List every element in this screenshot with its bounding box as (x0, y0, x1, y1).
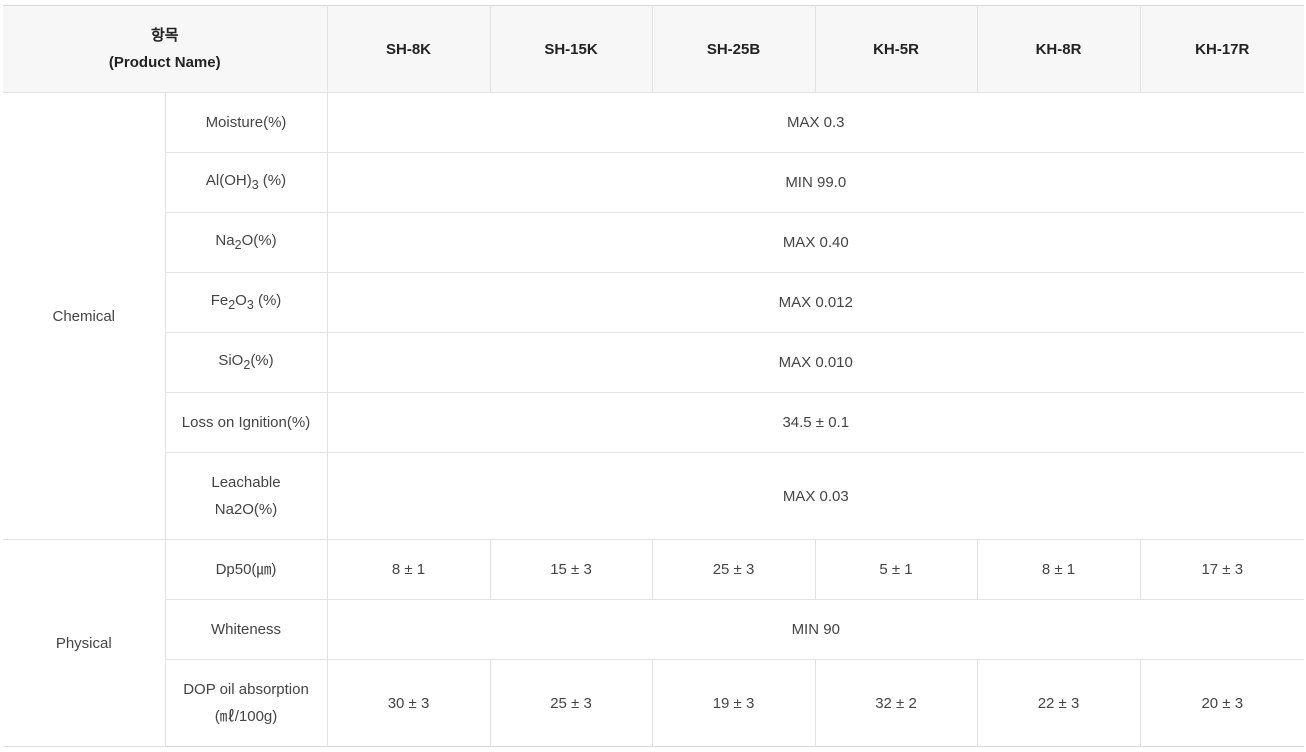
value-dop: 22 ± 3 (976, 659, 1141, 747)
value-leachable-na2o: MAX 0.03 (326, 452, 1304, 540)
value-dop: 20 ± 3 (1139, 659, 1304, 747)
item-leachable-na2o: Leachable Na2O(%) (165, 452, 328, 540)
item-label-ko: 항목 (150, 27, 179, 44)
table-row: Leachable Na2O(%) MAX 0.03 (3, 452, 1304, 540)
item-loss-on-ignition: Loss on Ignition(%) (165, 392, 328, 453)
value-dop: 25 ± 3 (489, 659, 653, 747)
value-aloh3: MIN 99.0 (326, 152, 1304, 213)
value-dp50: 5 ± 1 (814, 539, 978, 600)
item-sio2: SiO2(%) (165, 332, 328, 393)
value-dp50: 8 ± 1 (976, 539, 1141, 600)
value-dp50: 8 ± 1 (326, 539, 491, 600)
header-product: SH-25B (651, 5, 816, 93)
item-na2o: Na2O(%) (165, 212, 328, 273)
table-row: Na2O(%) MAX 0.40 (3, 212, 1304, 273)
value-dp50: 17 ± 3 (1139, 539, 1304, 600)
item-aloh3: Al(OH)3 (%) (165, 152, 328, 213)
item-dp50: Dp50(㎛) (164, 539, 328, 600)
category-chemical: Chemical (3, 92, 166, 540)
value-sio2: MAX 0.010 (326, 332, 1304, 393)
value-loss-on-ignition: 34.5 ± 0.1 (326, 392, 1304, 453)
table-row: Fe2O3 (%) MAX 0.012 (3, 272, 1304, 333)
value-moisture: MAX 0.3 (326, 92, 1304, 153)
header-product: KH-17R (1139, 5, 1304, 93)
table-row: DOP oil absorption (㎖/100g) 30 ± 3 25 ± … (3, 659, 1304, 747)
value-fe2o3: MAX 0.012 (326, 272, 1304, 333)
item-label-en: (Product Name) (108, 54, 221, 71)
item-whiteness: Whiteness (165, 599, 328, 660)
value-dop: 32 ± 2 (814, 659, 978, 747)
value-na2o: MAX 0.40 (326, 212, 1304, 273)
header-product: SH-8K (326, 5, 491, 93)
table-row: Physical Dp50(㎛) 8 ± 1 15 ± 3 25 ± 3 5 ±… (3, 539, 1304, 747)
header-item-label: 항목 (Product Name) (3, 5, 328, 93)
header-product: SH-15K (489, 5, 653, 93)
header-product: KH-5R (814, 5, 978, 93)
table-row: Whiteness MIN 90 (3, 599, 1304, 660)
value-dop: 19 ± 3 (651, 659, 816, 747)
category-physical: Physical (3, 539, 166, 747)
value-dop: 30 ± 3 (326, 659, 491, 747)
item-fe2o3: Fe2O3 (%) (165, 272, 328, 333)
value-dp50: 25 ± 3 (651, 539, 816, 600)
product-spec-table: 항목 (Product Name) SH-8K SH-15K SH-25B KH… (3, 5, 1304, 747)
value-dp50: 15 ± 3 (489, 539, 653, 600)
item-dop-oil-absorption: DOP oil absorption (㎖/100g) (165, 659, 328, 747)
header-product: KH-8R (976, 5, 1141, 93)
table-row: Chemical Moisture(%) MAX 0.3 (3, 92, 1304, 540)
item-moisture: Moisture(%) (164, 92, 328, 153)
value-whiteness: MIN 90 (326, 599, 1304, 660)
table-row: Al(OH)3 (%) MIN 99.0 (3, 152, 1304, 213)
table-row: Loss on Ignition(%) 34.5 ± 0.1 (3, 392, 1304, 453)
header-row: 항목 (Product Name) SH-8K SH-15K SH-25B KH… (3, 5, 1304, 93)
table-row: SiO2(%) MAX 0.010 (3, 332, 1304, 393)
